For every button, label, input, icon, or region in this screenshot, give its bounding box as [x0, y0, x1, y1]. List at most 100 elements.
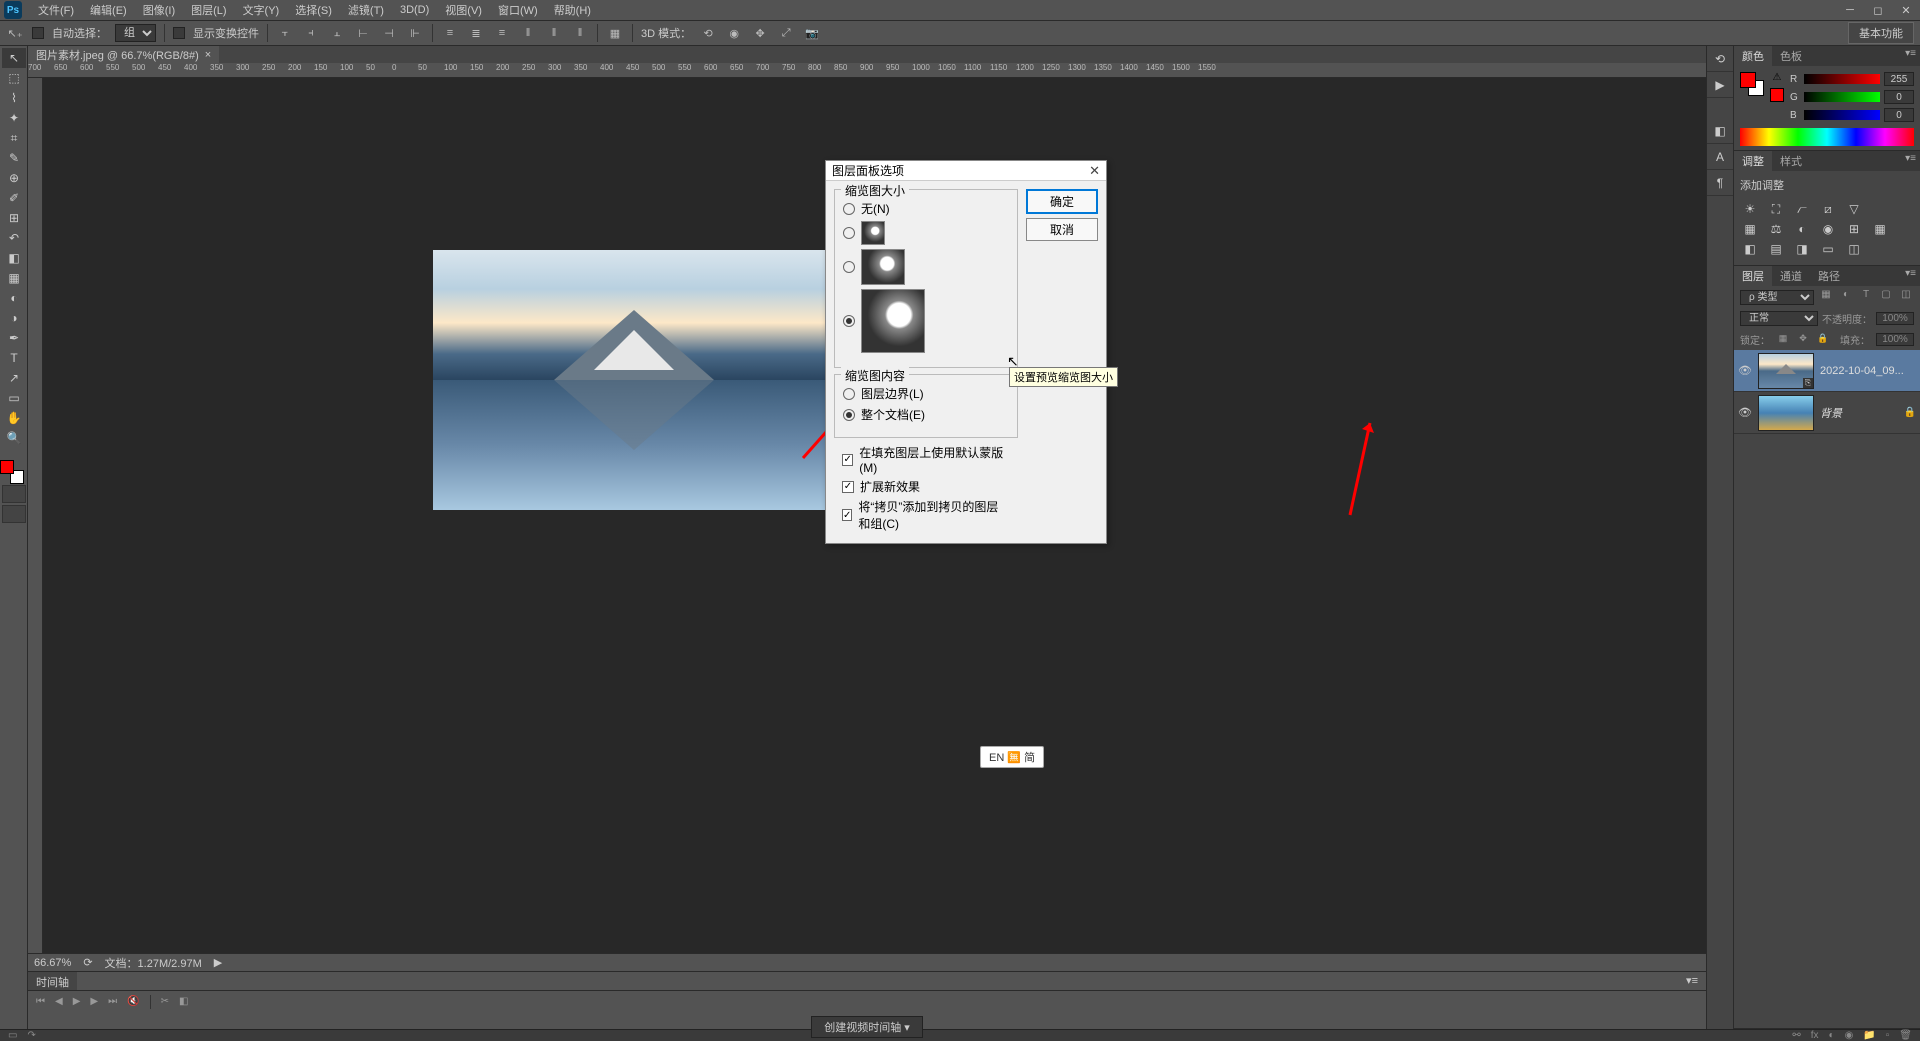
tool-blur[interactable]: ◐: [2, 288, 26, 308]
ime-indicator[interactable]: EN 🈚 简: [980, 746, 1044, 768]
adj-mixer-icon[interactable]: ⊞: [1844, 219, 1864, 239]
menu-3d[interactable]: 3D(D): [392, 4, 437, 16]
tool-lasso[interactable]: ⌇: [2, 88, 26, 108]
align-right-icon[interactable]: ⊩: [406, 24, 424, 42]
adj-gradmap-icon[interactable]: ▭: [1818, 239, 1838, 259]
tool-zoom[interactable]: 🔍: [2, 428, 26, 448]
adj-photo-icon[interactable]: ◉: [1818, 219, 1838, 239]
adj-vibrance-icon[interactable]: ▽: [1844, 199, 1864, 219]
timeline-mute-icon[interactable]: 🔇: [127, 996, 139, 1007]
align-hcenter-icon[interactable]: ⊣: [380, 24, 398, 42]
dock-actions-icon[interactable]: ▶: [1707, 72, 1733, 98]
bs-icon-2[interactable]: ↷: [27, 1030, 35, 1041]
tool-hand[interactable]: ✋: [2, 408, 26, 428]
color-panel-menu-icon[interactable]: ▾≡: [1901, 46, 1920, 66]
filter-pixel-icon[interactable]: ▦: [1818, 289, 1834, 305]
timeline-transition-icon[interactable]: ◧: [179, 996, 188, 1007]
bs-link-icon[interactable]: ⚯: [1792, 1030, 1800, 1041]
adj-levels-icon[interactable]: ⛶: [1766, 199, 1786, 219]
color-swatch[interactable]: [0, 460, 24, 484]
tab-color[interactable]: 颜色: [1734, 46, 1772, 66]
tool-eraser[interactable]: ◧: [2, 248, 26, 268]
menu-file[interactable]: 文件(F): [30, 2, 82, 18]
menu-window[interactable]: 窗口(W): [490, 2, 546, 18]
lock-all-icon[interactable]: 🔒: [1816, 333, 1830, 347]
adj-hue-icon[interactable]: ▦: [1740, 219, 1760, 239]
visibility-icon[interactable]: 👁: [1738, 406, 1752, 419]
dock-properties-icon[interactable]: ◧: [1707, 118, 1733, 144]
bs-fx-icon[interactable]: fx: [1811, 1030, 1819, 1041]
3d-pan-icon[interactable]: ✥: [751, 24, 769, 42]
timeline-play-icon[interactable]: ▶: [73, 996, 81, 1007]
layer-thumbnail[interactable]: ⎘: [1758, 353, 1814, 389]
screen-mode[interactable]: [2, 505, 26, 523]
window-close[interactable]: ✕: [1892, 0, 1920, 20]
filter-shape-icon[interactable]: ▢: [1878, 289, 1894, 305]
visibility-icon[interactable]: 👁: [1738, 364, 1752, 377]
opacity-value[interactable]: [1876, 312, 1914, 325]
tool-healing[interactable]: ⊕: [2, 168, 26, 188]
radio-none[interactable]: 无(N): [843, 200, 1009, 217]
adj-bw-icon[interactable]: ◐: [1792, 219, 1812, 239]
tool-dodge[interactable]: ◑: [2, 308, 26, 328]
layer-name[interactable]: 2022-10-04_09...: [1820, 365, 1916, 377]
workspace-essentials[interactable]: 基本功能: [1848, 22, 1914, 44]
radio-medium[interactable]: [843, 249, 1009, 285]
layer-row[interactable]: 👁 ⎘ 2022-10-04_09...: [1734, 350, 1920, 392]
3d-orbit-icon[interactable]: ⟲: [699, 24, 717, 42]
dock-history-icon[interactable]: ⟲: [1707, 46, 1733, 72]
bs-new-icon[interactable]: ▫: [1886, 1030, 1890, 1041]
adj-threshold-icon[interactable]: ◨: [1792, 239, 1812, 259]
menu-help[interactable]: 帮助(H): [546, 2, 599, 18]
bs-icon-1[interactable]: ▭: [8, 1030, 17, 1041]
tool-pen[interactable]: ✒: [2, 328, 26, 348]
align-vcenter-icon[interactable]: ⫞: [302, 24, 320, 42]
panel-color-swatch[interactable]: [1740, 72, 1764, 96]
auto-align-icon[interactable]: ▦: [606, 24, 624, 42]
menu-layer[interactable]: 图层(L): [183, 2, 234, 18]
timeline-prev-icon[interactable]: ◀: [55, 996, 63, 1007]
tab-styles[interactable]: 样式: [1772, 151, 1810, 171]
menu-edit[interactable]: 编辑(E): [82, 2, 135, 18]
check-default-mask[interactable]: 在填充图层上使用默认蒙版(M): [842, 444, 1010, 475]
tool-shape[interactable]: ▭: [2, 388, 26, 408]
align-top-icon[interactable]: ⫟: [276, 24, 294, 42]
dist-left-icon[interactable]: ‖: [519, 24, 537, 42]
document-tab[interactable]: 图片素材.jpeg @ 66.7%(RGB/8#) ×: [28, 46, 219, 64]
g-value[interactable]: [1884, 90, 1914, 104]
timeline-collapse-icon[interactable]: ▾≡: [1678, 972, 1706, 990]
timeline-scissors-icon[interactable]: ✂: [161, 996, 169, 1007]
radio-bounds[interactable]: 图层边界(L): [843, 385, 1009, 402]
quick-mask[interactable]: [2, 485, 26, 503]
b-value[interactable]: [1884, 108, 1914, 122]
dist-vcenter-icon[interactable]: ≣: [467, 24, 485, 42]
tool-wand[interactable]: ✦: [2, 108, 26, 128]
align-left-icon[interactable]: ⊢: [354, 24, 372, 42]
adj-posterize-icon[interactable]: ▤: [1766, 239, 1786, 259]
tool-marquee[interactable]: ⬚: [2, 68, 26, 88]
menu-image[interactable]: 图像(I): [135, 2, 183, 18]
dist-top-icon[interactable]: ≡: [441, 24, 459, 42]
color-spectrum[interactable]: [1740, 128, 1914, 146]
ok-button[interactable]: 确定: [1026, 189, 1098, 214]
align-bottom-icon[interactable]: ⫠: [328, 24, 346, 42]
layers-panel-menu-icon[interactable]: ▾≡: [1901, 266, 1920, 286]
menu-type[interactable]: 文字(Y): [235, 2, 288, 18]
tool-stamp[interactable]: ⊞: [2, 208, 26, 228]
adj-selective-icon[interactable]: ◫: [1844, 239, 1864, 259]
tab-adjustments[interactable]: 调整: [1734, 151, 1772, 171]
adj-brightness-icon[interactable]: ☀: [1740, 199, 1760, 219]
window-maximize[interactable]: ◻: [1864, 0, 1892, 20]
bs-folder-icon[interactable]: 📁: [1863, 1030, 1875, 1041]
tab-paths[interactable]: 路径: [1810, 266, 1848, 286]
adj-panel-menu-icon[interactable]: ▾≡: [1901, 151, 1920, 171]
lock-position-icon[interactable]: ✥: [1796, 333, 1810, 347]
3d-zoom-icon[interactable]: 📷: [803, 24, 821, 42]
adj-balance-icon[interactable]: ⚖: [1766, 219, 1786, 239]
timeline-last-icon[interactable]: ⏭: [108, 996, 117, 1007]
bs-adj-icon[interactable]: ◉: [1845, 1030, 1854, 1041]
cancel-button[interactable]: 取消: [1026, 218, 1098, 241]
r-value[interactable]: [1884, 72, 1914, 86]
gamut-warning-icon[interactable]: ⚠: [1770, 72, 1784, 86]
status-play-icon[interactable]: ▶: [214, 956, 222, 969]
